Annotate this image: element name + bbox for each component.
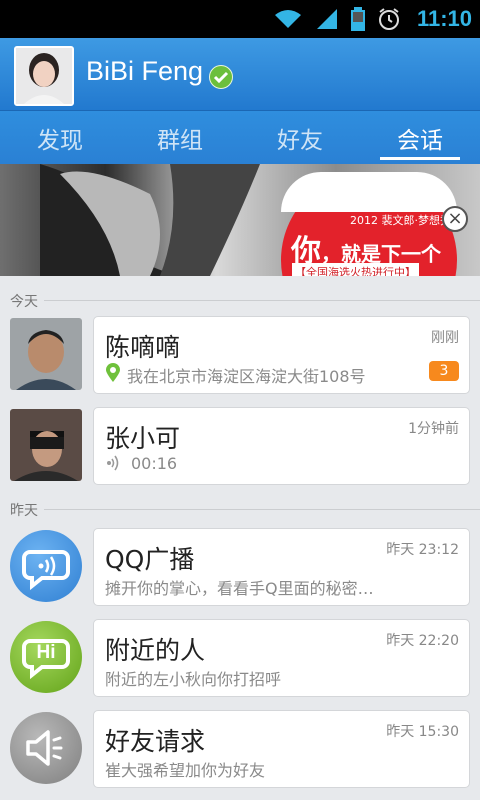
broadcast-icon xyxy=(10,530,82,602)
nearby-icon: Hi xyxy=(10,621,82,693)
status-bar: 11:10 xyxy=(0,0,480,38)
alarm-icon xyxy=(378,8,399,30)
section-today: 今天 xyxy=(10,291,480,311)
wifi-icon xyxy=(274,10,301,28)
conversation-card[interactable]: 张小可 00:16 1分钟前 xyxy=(93,407,470,485)
battery-icon xyxy=(350,7,365,31)
avatar[interactable] xyxy=(14,46,74,106)
conversation-card[interactable]: QQ广播 摊开你的掌心，看看手Q里面的秘密… 昨天 23:12 xyxy=(93,528,470,606)
contact-name: 好友请求 xyxy=(105,727,206,756)
location-pin-icon xyxy=(106,363,120,382)
message-preview: 摊开你的掌心，看看手Q里面的秘密… xyxy=(105,579,374,598)
speaker-icon xyxy=(10,712,82,784)
message-preview: 我在北京市海淀区海淀大街108号 xyxy=(127,367,366,386)
message-time: 昨天 15:30 xyxy=(386,724,459,740)
status-icons: 11:10 xyxy=(273,0,472,38)
message-preview: 崔大强希望加你为好友 xyxy=(105,761,266,780)
message-preview: 附近的左小秋向你打招呼 xyxy=(105,670,282,689)
nearby-icon-label: Hi xyxy=(36,642,56,663)
list-item[interactable]: Hi 附近的人 附近的左小秋向你打招呼 昨天 22:20 xyxy=(0,619,480,699)
tab-bar: 发现 群组 好友 会话 xyxy=(0,110,480,165)
list-item[interactable]: 张小可 00:16 1分钟前 xyxy=(0,407,480,487)
message-time: 刚刚 xyxy=(431,330,459,346)
contact-name: 附近的人 xyxy=(105,636,206,665)
contact-name: QQ广播 xyxy=(105,545,195,574)
tab-groups[interactable]: 群组 xyxy=(120,111,240,165)
profile-header[interactable]: BiBi Feng xyxy=(0,38,480,110)
section-yesterday: 昨天 xyxy=(10,500,480,520)
unread-badge: 3 xyxy=(429,361,459,381)
promo-banner[interactable]: 2012 裴文郎·梦想秀 你，就是下一个 【全国海选火热进行中】 xyxy=(0,164,480,276)
voice-message-icon xyxy=(107,455,119,471)
close-icon[interactable]: × xyxy=(442,206,468,232)
voice-duration: 00:16 xyxy=(131,454,178,473)
conversation-card[interactable]: 好友请求 崔大强希望加你为好友 昨天 15:30 xyxy=(93,710,470,788)
verified-icon xyxy=(209,65,233,89)
profile-name[interactable]: BiBi Feng xyxy=(86,56,203,87)
list-item[interactable]: 好友请求 崔大强希望加你为好友 昨天 15:30 xyxy=(0,710,480,790)
contact-name: 张小可 xyxy=(105,424,181,453)
tab-conversations[interactable]: 会话 xyxy=(360,111,480,165)
list-item[interactable]: QQ广播 摊开你的掌心，看看手Q里面的秘密… 昨天 23:12 xyxy=(0,528,480,608)
status-time: 11:10 xyxy=(416,6,472,31)
message-time: 昨天 23:12 xyxy=(386,542,459,558)
list-item[interactable]: 陈嘀嘀 我在北京市海淀区海淀大街108号 刚刚 3 xyxy=(0,316,480,396)
avatar xyxy=(10,318,82,390)
tab-discover[interactable]: 发现 xyxy=(0,111,120,165)
tab-friends[interactable]: 好友 xyxy=(240,111,360,165)
message-time: 昨天 22:20 xyxy=(386,633,459,649)
avatar xyxy=(10,409,82,481)
avatar-image xyxy=(16,48,72,104)
message-time: 1分钟前 xyxy=(408,421,459,437)
banner-subtitle: 【全国海选火热进行中】 xyxy=(292,263,419,276)
conversation-card[interactable]: 陈嘀嘀 我在北京市海淀区海淀大街108号 刚刚 3 xyxy=(93,316,470,394)
contact-name: 陈嘀嘀 xyxy=(105,333,181,362)
conversation-card[interactable]: 附近的人 附近的左小秋向你打招呼 昨天 22:20 xyxy=(93,619,470,697)
signal-icon xyxy=(316,9,337,29)
